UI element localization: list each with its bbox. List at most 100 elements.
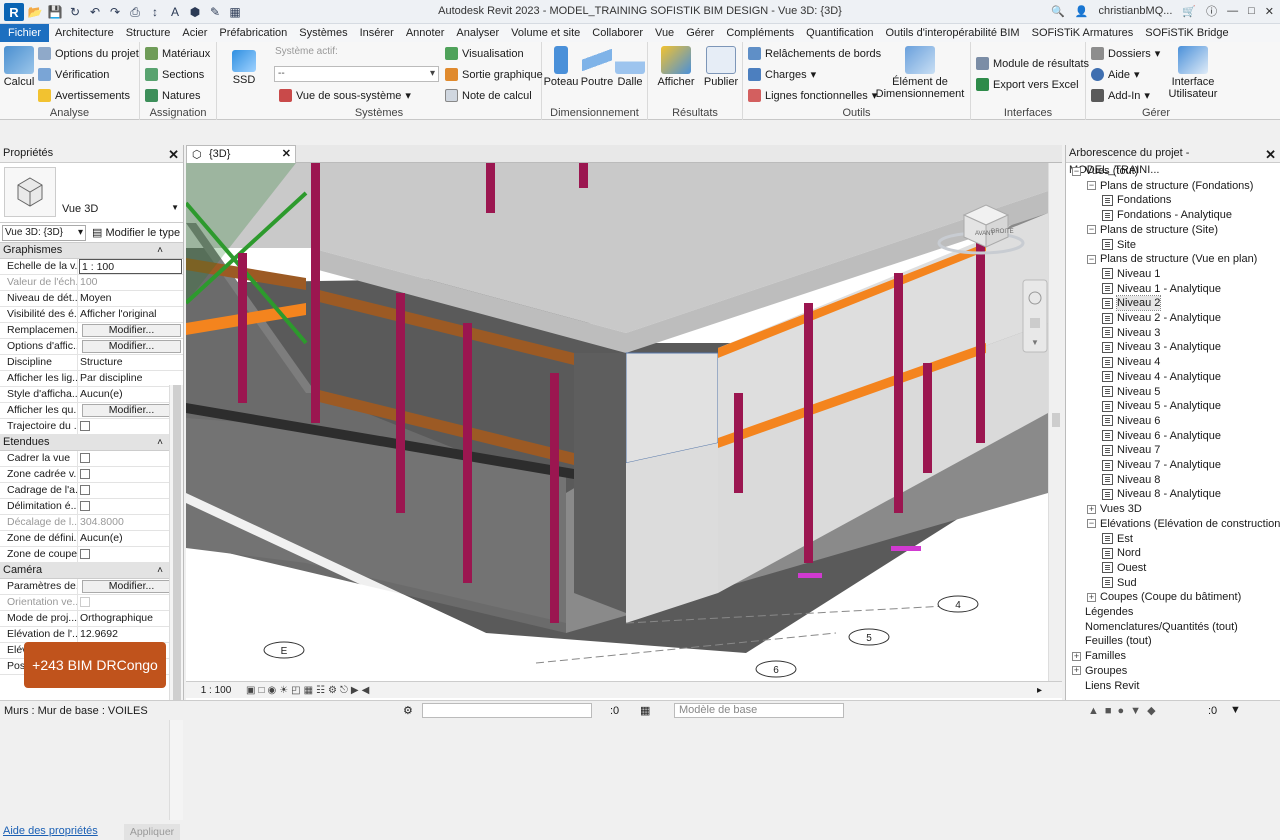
tree-item[interactable]: Niveau 7 - Analytique	[1102, 458, 1221, 472]
sous-systeme-button[interactable]: Vue de sous-système ▾	[279, 89, 411, 102]
collapse-icon[interactable]: −	[1087, 181, 1096, 191]
natures-button[interactable]: Natures	[145, 89, 201, 102]
scroll-thumb[interactable]	[173, 385, 181, 705]
property-value[interactable]: Moyen	[78, 291, 183, 306]
property-value[interactable]: Aucun(e)	[78, 531, 183, 546]
search-icon[interactable]: 🔍	[1051, 5, 1065, 18]
selection-filter-icons[interactable]: ▲■●▼◆	[1088, 704, 1162, 717]
options-projet-button[interactable]: Options du projet	[38, 47, 139, 60]
collapse-icon[interactable]: −	[1087, 225, 1096, 235]
tab-14[interactable]: Quantification	[800, 24, 879, 42]
export-excel-button[interactable]: Export vers Excel	[976, 78, 1079, 91]
scroll-right-icon[interactable]: ▸	[1037, 685, 1042, 696]
3d-model-view[interactable]: E 5 6 4 AVANT DROITE ▼	[186, 163, 1048, 681]
property-value[interactable]: Structure	[78, 355, 183, 370]
tree-item[interactable]: Est	[1102, 532, 1133, 546]
tree-item[interactable]: Niveau 7	[1102, 443, 1160, 457]
tree-item[interactable]: Niveau 3 - Analytique	[1102, 340, 1221, 354]
module-resultats-button[interactable]: Module de résultats	[976, 57, 1089, 70]
tab-5[interactable]: Systèmes	[293, 24, 353, 42]
expand-icon[interactable]: +	[1072, 666, 1081, 676]
interface-utilisateur-button[interactable]: Interface Utilisateur	[1162, 46, 1224, 100]
section-icon[interactable]: ✎	[206, 3, 224, 21]
property-value[interactable]: Par discipline	[78, 371, 183, 386]
modify-button[interactable]: Modifier...	[82, 404, 181, 417]
view3d-icon[interactable]: ⬢	[186, 3, 204, 21]
tree-item[interactable]: Ouest	[1102, 561, 1146, 575]
tree-item[interactable]: − Vues (tout)	[1072, 164, 1138, 178]
tab-15[interactable]: Outils d'interopérabilité BIM	[879, 24, 1025, 42]
tab-17[interactable]: SOFiSTiK Bridge	[1139, 24, 1234, 42]
view-control-icons[interactable]: ▣□◉☀◰▦☷⚙⎋▶◀	[246, 685, 372, 696]
tree-item[interactable]: Niveau 2 - Analytique	[1102, 311, 1221, 325]
user-name[interactable]: christianbMQ...	[1098, 5, 1172, 17]
property-value[interactable]: 12.9692	[78, 627, 183, 642]
design-options-combo[interactable]: Modèle de base	[674, 703, 844, 718]
tree-item[interactable]: Niveau 8	[1102, 473, 1160, 487]
3d-canvas[interactable]: E 5 6 4 AVANT DROITE ▼	[186, 163, 1048, 681]
checkbox[interactable]	[80, 501, 90, 511]
ssd-button[interactable]: SSD	[229, 50, 259, 86]
tree-item[interactable]: Niveau 8 - Analytique	[1102, 487, 1221, 501]
checkbox[interactable]	[80, 549, 90, 559]
relachements-button[interactable]: Relâchements de bords	[748, 47, 881, 60]
tree-item[interactable]: Niveau 6	[1102, 414, 1160, 428]
tree-item[interactable]: Nord	[1102, 546, 1141, 560]
calcul-button[interactable]: Calcul	[4, 46, 34, 88]
collapse-icon[interactable]: −	[1087, 519, 1096, 529]
tab-1[interactable]: Architecture	[49, 24, 120, 42]
tab-3[interactable]: Acier	[176, 24, 213, 42]
redo-icon[interactable]: ↷	[106, 3, 124, 21]
view-scale[interactable]: 1 : 100	[186, 685, 246, 696]
collapse-icon[interactable]: −	[1072, 166, 1081, 176]
modify-button[interactable]: Modifier...	[82, 324, 181, 337]
property-value[interactable]: Orthographique	[78, 611, 183, 626]
workset-combo[interactable]	[422, 703, 592, 718]
collapse-icon[interactable]: ˄	[157, 243, 163, 258]
collapse-icon[interactable]: −	[1087, 254, 1096, 264]
tree-item[interactable]: + Groupes	[1072, 664, 1127, 678]
tab-7[interactable]: Annoter	[400, 24, 451, 42]
tree-item[interactable]: Site	[1102, 238, 1136, 252]
collapse-icon[interactable]: ˄	[157, 435, 163, 450]
switch-windows-icon[interactable]: ▦	[226, 3, 244, 21]
note-calcul-button[interactable]: Note de calcul	[445, 89, 532, 102]
property-value[interactable]: Afficher l'original	[78, 307, 183, 322]
properties-scrollbar[interactable]	[169, 385, 183, 820]
modify-button[interactable]: Modifier...	[82, 580, 181, 593]
tree-item[interactable]: Sud	[1102, 576, 1137, 590]
tree-item[interactable]: Niveau 6 - Analytique	[1102, 429, 1221, 443]
sync-icon[interactable]: ↻	[66, 3, 84, 21]
tree-item[interactable]: Niveau 4 - Analytique	[1102, 370, 1221, 384]
sections-button[interactable]: Sections	[145, 68, 204, 81]
avertissements-button[interactable]: Avertissements	[38, 89, 130, 102]
systeme-actif-combo[interactable]: -- ▾	[274, 66, 439, 82]
instance-filter[interactable]: Vue 3D: {3D} ▾	[2, 225, 86, 241]
tab-13[interactable]: Compléments	[720, 24, 800, 42]
charges-button[interactable]: Charges ▾	[748, 68, 816, 81]
lignes-fonctionnelles-button[interactable]: Lignes fonctionnelles ▾	[748, 89, 877, 102]
tree-item[interactable]: Feuilles (tout)	[1072, 634, 1152, 648]
help-icon[interactable]: ⓘ	[1206, 3, 1217, 19]
expand-icon[interactable]: +	[1072, 651, 1081, 661]
element-dimensionnement-button[interactable]: Élément de Dimensionnement	[875, 46, 965, 100]
save-icon[interactable]: 💾	[46, 3, 64, 21]
tab-16[interactable]: SOFiSTiK Armatures	[1026, 24, 1140, 42]
close-icon[interactable]: ✕	[1265, 146, 1276, 163]
property-group-header[interactable]: Etendues ˄	[0, 435, 183, 451]
worksets-icon[interactable]: ⚙	[403, 704, 413, 717]
undo-icon[interactable]: ↶	[86, 3, 104, 21]
text-icon[interactable]: A	[166, 3, 184, 21]
type-selector[interactable]: Vue 3D ▼	[0, 163, 183, 223]
tree-item[interactable]: Fondations - Analytique	[1102, 208, 1232, 222]
user-icon[interactable]: 👤	[1075, 5, 1089, 18]
tree-item[interactable]: Niveau 5	[1102, 385, 1160, 399]
modify-type-button[interactable]: ▤ Modifier le type	[92, 226, 180, 239]
tree-item[interactable]: Légendes	[1072, 605, 1133, 619]
view-scrollbar-vertical[interactable]	[1048, 163, 1062, 681]
design-option-icon[interactable]: ▦	[640, 704, 650, 717]
tree-item[interactable]: Liens Revit	[1072, 679, 1139, 693]
tab-6[interactable]: Insérer	[354, 24, 400, 42]
addin-button[interactable]: Add-In ▾	[1091, 89, 1150, 102]
revit-logo[interactable]: R	[4, 3, 24, 21]
